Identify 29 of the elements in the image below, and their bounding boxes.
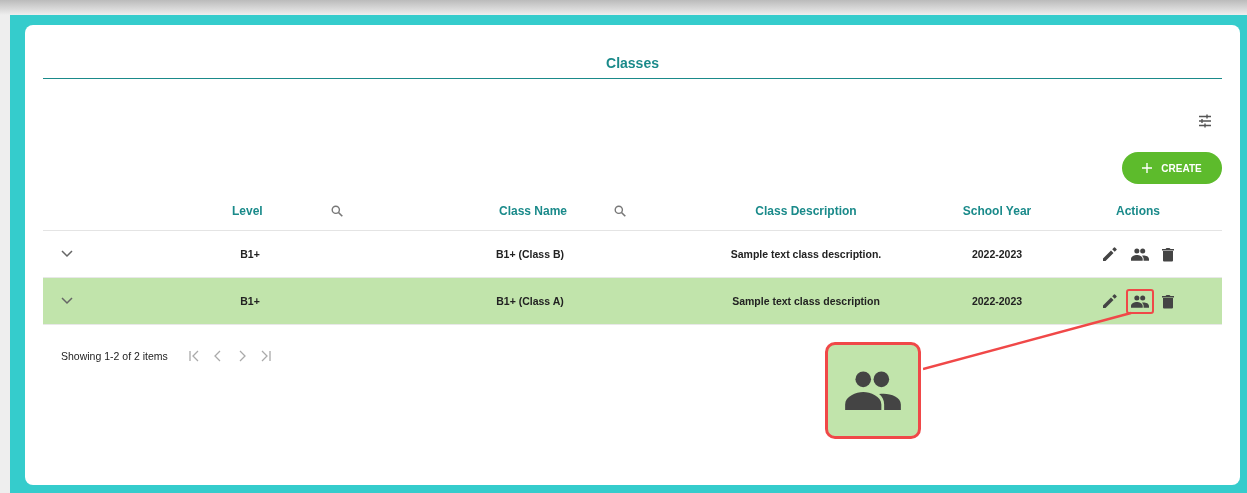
people-icon[interactable] [1131,247,1149,261]
table-row-selected[interactable]: B1+ B1+ (Class A) Sample text class description 2022-2023 [43,278,1222,325]
table-cell: 2022-2023 [971,295,1023,307]
sliders-icon[interactable] [1198,114,1212,128]
pencil-icon[interactable] [1102,293,1118,309]
table-cell: Sample text class description. [730,248,882,260]
column-header: Level [232,204,263,218]
column-header: School Year [962,204,1032,218]
trash-icon[interactable] [1162,293,1174,309]
chevron-down-icon[interactable] [60,250,73,258]
column-header: Class Name [499,204,568,218]
table-cell: B1+ (Class B) [496,248,564,260]
table-cell: B1+ (Class A) [496,295,564,307]
search-icon[interactable] [614,205,627,217]
table-cell: Sample text class description [732,295,880,307]
search-icon[interactable] [330,205,343,217]
people-icon [843,371,903,410]
people-icon[interactable] [1131,294,1149,308]
trash-icon[interactable] [1162,246,1174,262]
plus-icon [1142,163,1153,173]
table-cell: B1+ [240,295,260,307]
pencil-icon[interactable] [1102,246,1118,262]
table-cell: B1+ [240,248,260,260]
pagination-summary: Showing 1-2 of 2 items [61,350,168,362]
chevron-down-icon[interactable] [60,297,73,305]
column-header: Class Description [755,204,857,218]
table-cell: 2022-2023 [971,248,1023,260]
column-header: Actions [1116,204,1160,218]
page-title: Classes [43,25,1222,79]
